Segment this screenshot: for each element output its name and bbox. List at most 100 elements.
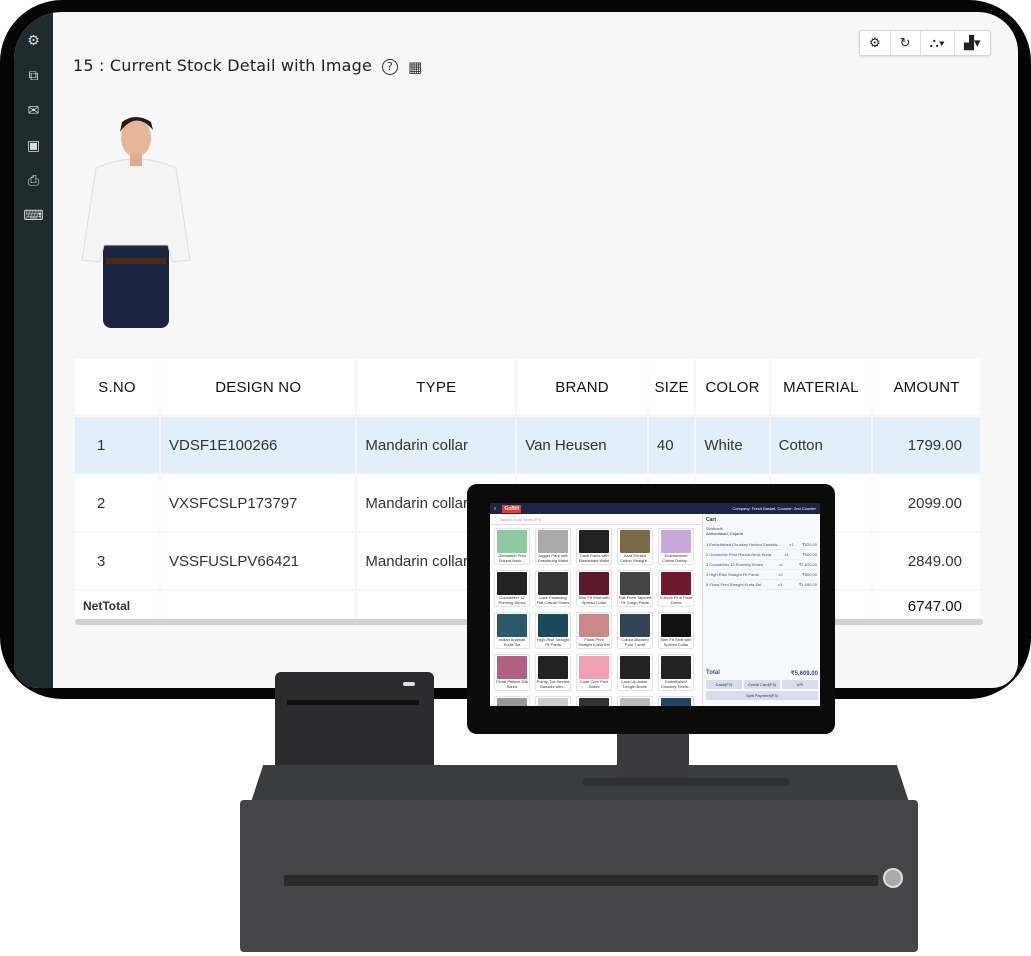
- column-header[interactable]: BRAND: [517, 359, 647, 415]
- cart-item[interactable]: 3 Coundrifter 12 Running Shoes x1 ₹2,570.0…: [706, 560, 817, 570]
- product-thumbnail: [661, 572, 691, 595]
- table-cell: 3: [75, 533, 159, 589]
- net-total-label: NetTotal: [75, 591, 159, 621]
- table-cell: 2849.00: [873, 533, 980, 589]
- help-icon[interactable]: ?: [382, 58, 399, 75]
- table-cell: 2: [75, 475, 159, 531]
- product-card[interactable]: Colour-Blocked Polo T-shirt: [617, 612, 653, 649]
- column-header[interactable]: AMOUNT: [873, 359, 980, 415]
- product-thumbnail: [497, 698, 527, 706]
- product-card[interactable]: V-Neck Fit & Flare Dress: [658, 570, 694, 607]
- print-icon[interactable]: ⎙: [14, 170, 53, 205]
- cart-item[interactable]: 2 Geometric Print Round-Neck Kurta x1 ₹900…: [706, 550, 817, 560]
- cart-item[interactable]: 1 Embellished Chunkey Heeled Sandals... x…: [706, 540, 817, 550]
- product-card[interactable]: Embellished Chunkey Heels...: [658, 654, 694, 691]
- column-header[interactable]: TYPE: [357, 359, 516, 415]
- product-card[interactable]: Flat-Front Tapered Fit Cargo Pants: [617, 570, 653, 607]
- cart-item-name: 5 Floral Print Straight Kurta Set: [706, 582, 762, 587]
- hierarchy-dropdown[interactable]: ⛬▾: [921, 31, 956, 55]
- product-card[interactable]: High-Rise Straight Fit Pants: [535, 612, 571, 649]
- tablet-stand: [617, 734, 689, 782]
- product-card[interactable]: Floral Pattern Silk Saree: [494, 654, 530, 691]
- table-cell: VSSFUSLPV66421: [160, 533, 356, 589]
- product-card[interactable]: Geometric Print Round-Neck...: [494, 528, 530, 565]
- product-card[interactable]: [617, 696, 653, 706]
- company-label: Company: Fresh Basket, Counter: 2nd Coun…: [732, 506, 816, 511]
- product-card[interactable]: Slim Fit Shirt with Spread Collar: [576, 570, 612, 607]
- product-thumbnail: [579, 614, 609, 637]
- menu-icon[interactable]: ≡: [494, 506, 496, 511]
- cart-item-price: ₹800.00: [802, 572, 817, 577]
- product-card[interactable]: Coundrifter 12 Running Shoes: [494, 570, 530, 607]
- upi-button[interactable]: UPI: [782, 680, 818, 689]
- column-header[interactable]: DESIGN NO: [160, 359, 356, 415]
- product-card[interactable]: [658, 696, 694, 706]
- product-card[interactable]: [535, 696, 571, 706]
- chart-dropdown[interactable]: ▟▾: [955, 31, 990, 55]
- item-search-input[interactable]: Search in All Items [F5]: [490, 514, 701, 525]
- table-row[interactable]: 1 VDSF1E100266 Mandarin collar Van Heusen 40…: [75, 417, 980, 473]
- split-payment-button[interactable]: Split Payment(F4): [706, 691, 818, 700]
- product-thumbnail: [579, 698, 609, 706]
- layout-icon[interactable]: ▦: [408, 58, 422, 76]
- column-header[interactable]: COLOR: [696, 359, 769, 415]
- product-name: Flat-Front Tapered Fit Cargo Pants: [618, 595, 652, 605]
- sidebar: ⚙ ⧉ ✉ ▣ ⎙ ⌨: [14, 12, 53, 688]
- product-card[interactable]: [576, 696, 612, 706]
- table-cell: 40: [648, 417, 695, 473]
- pos-tablet: ≡ GoBill Company: Fresh Basket, Counter:…: [467, 484, 835, 734]
- product-card[interactable]: Track Pants with Elasticated Waist: [576, 528, 612, 565]
- product-thumbnail: [497, 656, 527, 679]
- product-card[interactable]: Aara Printed Cotton Straight...: [617, 528, 653, 565]
- product-card[interactable]: Slim Fit Shirt with Spread Collar: [658, 612, 694, 649]
- product-card[interactable]: Indian Anarkali Kurta Set: [494, 612, 530, 649]
- gear-icon[interactable]: ⚙: [14, 30, 53, 65]
- image-export-icon[interactable]: ▣: [14, 135, 53, 170]
- product-thumbnail: [538, 572, 568, 595]
- toolbar: ⚙ ↻ ⛬▾ ▟▾: [859, 30, 991, 56]
- product-name: Colour-Blocked Polo T-shirt: [621, 637, 649, 647]
- product-card[interactable]: Floral Print Straight Kurta Set: [576, 612, 612, 649]
- product-card[interactable]: Lace-Up Ankle-Length Boots: [617, 654, 653, 691]
- product-thumbnail: [579, 572, 609, 595]
- export-icon[interactable]: ⧉: [14, 65, 53, 100]
- product-thumbnail: [538, 656, 568, 679]
- keyboard-icon[interactable]: ⌨: [14, 205, 53, 240]
- product-thumbnail: [579, 656, 609, 679]
- cash-drawer: [240, 800, 918, 952]
- cash-drawer-top: [250, 765, 910, 805]
- cart-item-name: 3 Coundrifter 12 Running Shoes: [706, 562, 764, 567]
- product-card[interactable]: Code Corn Pool Slides: [576, 654, 612, 691]
- cart-item-qty: x1: [784, 552, 789, 557]
- cart-item-name: 1 Embellished Chunkey Heeled Sandals...: [706, 542, 781, 547]
- column-header[interactable]: MATERIAL: [770, 359, 872, 415]
- cart-item[interactable]: 5 Floral Print Straight Kurta Set x1 ₹1,05…: [706, 580, 817, 590]
- cart-item[interactable]: 4 High-Rise Straight Fit Pants x2 ₹800.00: [706, 570, 817, 580]
- cart-panel: Cart Siddharth Ahmedabad, Gujarat 1 Embe…: [702, 514, 820, 706]
- cash-button[interactable]: Cash(F2): [706, 680, 742, 689]
- product-card[interactable]: Jogger Pant with Drawstring Waist: [535, 528, 571, 565]
- product-thumbnail: [579, 530, 609, 553]
- drawer-slot: [284, 875, 878, 886]
- product-card[interactable]: Pointy-Toe Heeled Sandals with...: [535, 654, 571, 691]
- column-header[interactable]: S.NO: [75, 359, 159, 415]
- cart-item-name: 4 High-Rise Straight Fit Pants: [706, 572, 759, 577]
- table-cell: 1: [75, 417, 159, 473]
- product-thumbnail: [538, 698, 568, 706]
- settings-button[interactable]: ⚙: [860, 31, 891, 55]
- table-cell: 2099.00: [873, 475, 980, 531]
- refresh-button[interactable]: ↻: [891, 31, 921, 55]
- product-name: Lace Fastening Flat Casual Shoes: [536, 595, 570, 605]
- cart-title: Cart: [706, 517, 717, 523]
- mail-icon[interactable]: ✉: [14, 100, 53, 135]
- cart-item-qty: x1: [789, 542, 794, 547]
- product-card[interactable]: Lace Fastening Flat Casual Shoes: [535, 570, 571, 607]
- pos-screen: ≡ GoBill Company: Fresh Basket, Counter:…: [490, 503, 820, 706]
- product-thumbnail: [661, 656, 691, 679]
- product-card[interactable]: [494, 696, 530, 706]
- cart-item-qty: x1: [778, 582, 783, 587]
- product-name: Floral Print Straight Kurta Set: [578, 637, 610, 647]
- product-card[interactable]: Embroidered Cotton Dobby...: [658, 528, 694, 565]
- credit-card-button[interactable]: Credit Card(F3): [744, 680, 780, 689]
- column-header[interactable]: SIZE: [648, 359, 695, 415]
